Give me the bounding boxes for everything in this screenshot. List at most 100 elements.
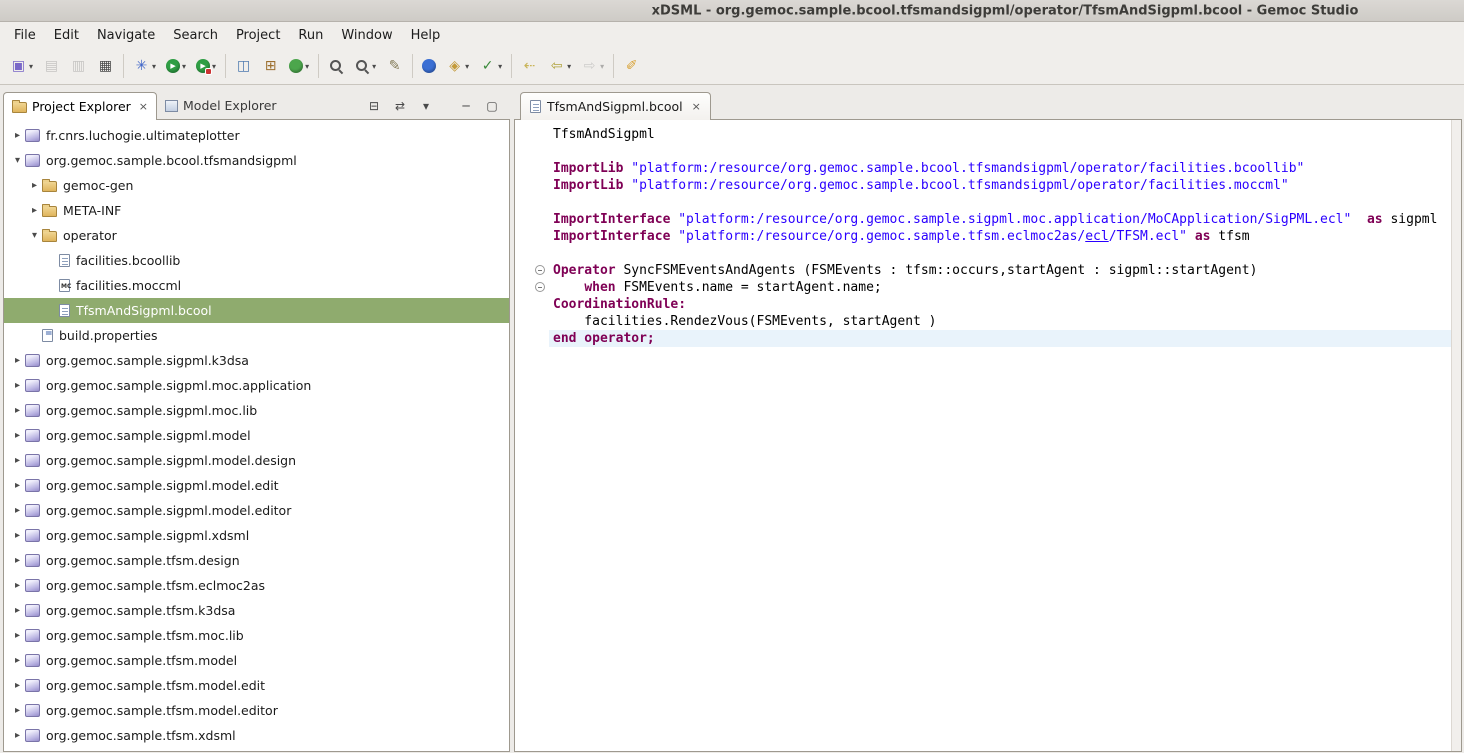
menu-file[interactable]: File (5, 25, 45, 46)
code-line[interactable] (553, 143, 1451, 160)
search-button-dropdown-icon[interactable]: ▾ (372, 62, 376, 71)
code-line[interactable] (553, 245, 1451, 262)
close-icon[interactable]: × (692, 100, 701, 113)
link-with-editor-icon[interactable]: ⇄ (392, 99, 408, 113)
expander-icon[interactable]: ▸ (27, 180, 42, 191)
tree-item[interactable]: ▸org.gemoc.sample.sigpml.moc.lib (4, 398, 509, 423)
menu-help[interactable]: Help (402, 25, 450, 46)
tree-item[interactable]: ▸org.gemoc.sample.sigpml.moc.application (4, 373, 509, 398)
code-line[interactable]: end operator; (553, 330, 1451, 347)
expander-icon[interactable]: ▸ (10, 530, 25, 541)
expander-icon[interactable]: ▾ (10, 155, 25, 166)
tree-item[interactable]: ▸org.gemoc.sample.tfsm.model.edit (4, 673, 509, 698)
tree-item[interactable]: ▾operator (4, 223, 509, 248)
code-line[interactable]: ImportInterface "platform:/resource/org.… (553, 228, 1451, 245)
menu-run[interactable]: Run (289, 25, 332, 46)
expander-icon[interactable]: ▸ (10, 580, 25, 591)
open-element-button[interactable]: ✎ (382, 55, 407, 77)
expander-icon[interactable]: ▸ (10, 705, 25, 716)
web-browser-button[interactable] (418, 56, 440, 76)
tree-item[interactable]: facilities.bcoollib (4, 248, 509, 273)
fold-collapse-icon[interactable] (535, 265, 545, 275)
code-line[interactable]: facilities.RendezVous(FSMEvents, startAg… (553, 313, 1451, 330)
validate-button[interactable]: ✓▾ (475, 55, 506, 77)
minimize-icon[interactable]: ─ (458, 99, 474, 113)
tree-item[interactable]: facilities.moccml (4, 273, 509, 298)
tree-item[interactable]: ▸org.gemoc.sample.tfsm.model (4, 648, 509, 673)
run-button[interactable]: ▶▾ (162, 56, 190, 76)
code-line[interactable]: when FSMEvents.name = startAgent.name; (553, 279, 1451, 296)
code-line[interactable]: ImportLib "platform:/resource/org.gemoc.… (553, 177, 1451, 194)
tree-item[interactable]: ▸org.gemoc.sample.sigpml.model.edit (4, 473, 509, 498)
gemoc-engine-button-dropdown-icon[interactable]: ▾ (465, 62, 469, 71)
new-wizard-button-dropdown-icon[interactable]: ▾ (29, 62, 33, 71)
expander-icon[interactable]: ▸ (10, 380, 25, 391)
last-edit-location-button[interactable]: ⇠ (517, 55, 542, 77)
tree-item[interactable]: ▸org.gemoc.sample.tfsm.model.editor (4, 698, 509, 723)
code-line[interactable]: Operator SyncFSMEventsAndAgents (FSMEven… (553, 262, 1451, 279)
menu-navigate[interactable]: Navigate (88, 25, 164, 46)
run-button-dropdown-icon[interactable]: ▾ (182, 62, 186, 71)
run-external-tools-button-dropdown-icon[interactable]: ▾ (212, 62, 216, 71)
expander-icon[interactable]: ▸ (10, 605, 25, 616)
editor-scrollbar[interactable] (1451, 120, 1461, 751)
expander-icon[interactable]: ▸ (10, 655, 25, 666)
new-package-button[interactable]: ⊞ (258, 55, 283, 77)
new-class-button-dropdown-icon[interactable]: ▾ (305, 62, 309, 71)
tree-item[interactable]: ▸org.gemoc.sample.tfsm.eclmoc2as (4, 573, 509, 598)
view-menu-icon[interactable]: ▾ (418, 99, 434, 113)
expander-icon[interactable]: ▸ (10, 480, 25, 491)
menu-project[interactable]: Project (227, 25, 289, 46)
expander-icon[interactable]: ▸ (10, 455, 25, 466)
code-line[interactable]: TfsmAndSigpml (553, 126, 1451, 143)
expander-icon[interactable]: ▸ (10, 555, 25, 566)
expander-icon[interactable]: ▸ (10, 430, 25, 441)
expander-icon[interactable]: ▸ (10, 355, 25, 366)
new-class-button[interactable]: ▾ (285, 56, 313, 76)
tree-item[interactable]: ▸org.gemoc.sample.tfsm.moc.lib (4, 623, 509, 648)
validate-button-dropdown-icon[interactable]: ▾ (498, 62, 502, 71)
code-line[interactable]: ImportLib "platform:/resource/org.gemoc.… (553, 160, 1451, 177)
menu-edit[interactable]: Edit (45, 25, 88, 46)
tree-item[interactable]: ▸org.gemoc.sample.tfsm.design (4, 548, 509, 573)
format-wand-button[interactable]: ✐ (619, 55, 644, 77)
tree-item[interactable]: ▸org.gemoc.sample.sigpml.xdsml (4, 523, 509, 548)
fold-collapse-icon[interactable] (535, 282, 545, 292)
tree-item[interactable]: ▸META-INF (4, 198, 509, 223)
gemoc-engine-button[interactable]: ◈▾ (442, 55, 473, 77)
code-line[interactable]: ImportInterface "platform:/resource/org.… (553, 211, 1451, 228)
tree-item[interactable]: ▸org.gemoc.sample.tfsm.k3dsa (4, 598, 509, 623)
tree-item[interactable]: ▸gemoc-gen (4, 173, 509, 198)
tree-item[interactable]: ▸fr.cnrs.luchogie.ultimateplotter (4, 123, 509, 148)
maximize-icon[interactable]: ▢ (484, 99, 500, 113)
expander-icon[interactable]: ▸ (10, 680, 25, 691)
expander-icon[interactable]: ▸ (10, 630, 25, 641)
debug-button[interactable]: ✳▾ (129, 55, 160, 77)
menu-search[interactable]: Search (164, 25, 227, 46)
run-external-tools-button[interactable]: ▶▾ (192, 56, 220, 76)
code-line[interactable]: CoordinationRule: (553, 296, 1451, 313)
back-button[interactable]: ⇦▾ (544, 55, 575, 77)
tree-item[interactable]: ▸org.gemoc.sample.sigpml.model.design (4, 448, 509, 473)
tree-item[interactable]: ▸org.gemoc.sample.tfsm.xdsml (4, 723, 509, 748)
tree-item[interactable]: ▾org.gemoc.sample.bcool.tfsmandsigpml (4, 148, 509, 173)
tree-item[interactable]: ▸org.gemoc.sample.sigpml.k3dsa (4, 348, 509, 373)
tree-item[interactable]: build.properties (4, 323, 509, 348)
menu-window[interactable]: Window (332, 25, 401, 46)
expander-icon[interactable]: ▸ (10, 405, 25, 416)
tab-project-explorer[interactable]: Project Explorer× (3, 92, 157, 120)
print-button[interactable]: ▦ (93, 55, 118, 77)
expander-icon[interactable]: ▸ (10, 130, 25, 141)
expander-icon[interactable]: ▸ (27, 205, 42, 216)
code-line[interactable] (553, 194, 1451, 211)
expander-icon[interactable]: ▾ (27, 230, 42, 241)
expander-icon[interactable]: ▸ (10, 505, 25, 516)
tab-model-explorer[interactable]: Model Explorer (157, 92, 285, 119)
search-button[interactable]: ▾ (350, 55, 380, 77)
close-icon[interactable]: × (139, 100, 148, 113)
new-modeling-project-button[interactable]: ◫ (231, 55, 256, 77)
tree-item[interactable]: TfsmAndSigpml.bcool (4, 298, 509, 323)
collapse-all-icon[interactable]: ⊟ (366, 99, 382, 113)
expander-icon[interactable]: ▸ (10, 730, 25, 741)
tree-item[interactable]: ▸org.gemoc.sample.sigpml.model.editor (4, 498, 509, 523)
